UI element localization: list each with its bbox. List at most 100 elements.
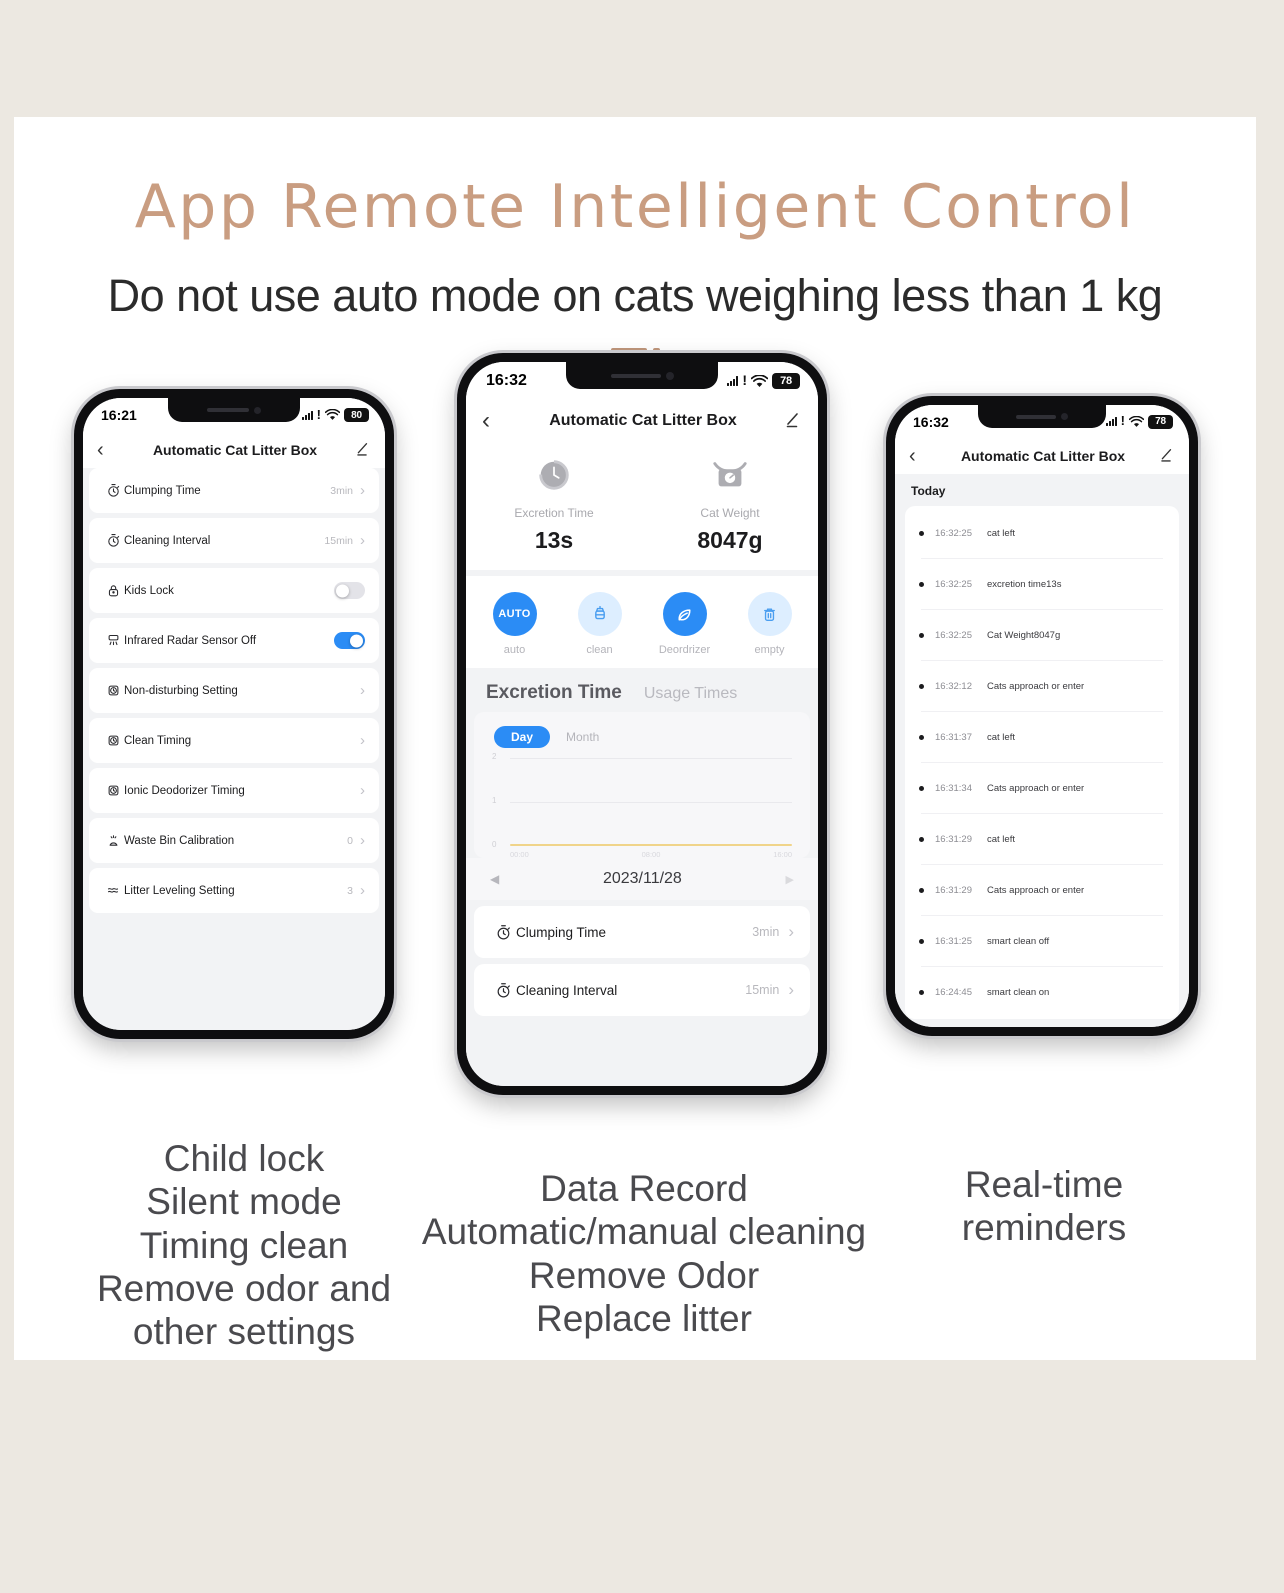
settings-row[interactable]: Ionic Deodorizer Timing › xyxy=(89,768,379,813)
settings-row[interactable]: Litter Leveling Setting 3 › xyxy=(89,868,379,913)
notch xyxy=(978,405,1106,428)
settings-row[interactable]: Clumping Time 3min › xyxy=(89,468,379,513)
bullet-icon xyxy=(919,734,924,740)
bullet-icon xyxy=(919,836,924,842)
chevron-right-icon[interactable]: › xyxy=(788,922,794,942)
chevron-right-icon[interactable]: › xyxy=(360,532,365,549)
bullet-icon xyxy=(919,887,924,893)
stats-panel: Excretion Time 13s Cat Weight 8047g xyxy=(466,442,818,570)
log-message: Cats approach or enter xyxy=(987,782,1085,794)
chevron-right-icon[interactable]: › xyxy=(360,682,365,699)
bullet-icon xyxy=(919,530,924,536)
log-row[interactable]: 16:31:25 smart clean off xyxy=(905,916,1179,966)
settings-row[interactable]: Waste Bin Calibration 0 › xyxy=(89,818,379,863)
status-time: 16:32 xyxy=(913,413,949,430)
clean-scoop-icon xyxy=(594,605,605,620)
caret-right-icon[interactable]: ▶ xyxy=(786,873,794,886)
chevron-right-icon[interactable]: › xyxy=(360,832,365,849)
log-row[interactable]: 16:24:45 smart clean on xyxy=(905,967,1179,1017)
grid-line xyxy=(510,802,792,803)
y-axis-tick: 0 xyxy=(492,840,497,849)
chevron-right-icon[interactable]: › xyxy=(360,782,365,799)
range-segment[interactable]: Day Month xyxy=(494,726,800,748)
battery-indicator: 78 xyxy=(772,373,800,389)
settings-row[interactable]: Cleaning Interval 15min › xyxy=(89,518,379,563)
chevron-right-icon[interactable]: › xyxy=(360,482,365,499)
row-icon xyxy=(102,583,124,598)
row-icon xyxy=(102,633,124,648)
center-settings-list[interactable]: Clumping Time 3min › Cleaning Interval 1… xyxy=(466,906,818,1016)
phone-center-dashboard: 16:32 ! 78 ‹ Automatic Cat Litter Box Ex… xyxy=(457,353,827,1095)
log-list[interactable]: 16:32:25 cat left 16:32:25 excretion tim… xyxy=(905,506,1179,1019)
action-auto[interactable]: AUTO auto xyxy=(472,592,557,656)
caption-line: Child lock xyxy=(163,1138,325,1179)
selected-date: 2023/11/28 xyxy=(602,870,682,887)
bullet-icon xyxy=(919,938,924,944)
tab-usage-times[interactable]: Usage Times xyxy=(644,685,737,703)
log-row[interactable]: 16:31:29 cat left xyxy=(905,814,1179,864)
caption-line: Automatic/manual cleaning xyxy=(421,1211,867,1253)
settings-row[interactable]: Clumping Time 3min › xyxy=(474,906,810,958)
log-row[interactable]: 16:32:25 excretion time13s xyxy=(905,559,1179,609)
chevron-right-icon[interactable]: › xyxy=(360,732,365,749)
log-row[interactable]: 16:32:12 Cats approach or enter xyxy=(905,661,1179,711)
row-label: Infrared Radar Sensor Off xyxy=(124,634,257,647)
stat-label: Cat Weight xyxy=(700,506,760,520)
leaf-deodorizer-icon[interactable] xyxy=(662,592,707,636)
log-row[interactable]: 16:32:25 cat left xyxy=(905,508,1179,558)
log-message: smart clean on xyxy=(987,986,1050,998)
auto-text-icon[interactable]: AUTO xyxy=(492,592,537,636)
settings-list[interactable]: Clumping Time 3min › Cleaning Interval 15m… xyxy=(83,468,385,1030)
log-row[interactable]: 16:31:37 cat left xyxy=(905,712,1179,762)
log-scroll[interactable]: Today 16:32:25 cat left 16:32:25 excreti… xyxy=(895,474,1189,1027)
pencil-icon[interactable] xyxy=(782,411,802,431)
dashboard-scroll[interactable]: Excretion Time 13s Cat Weight 8047g AUTO… xyxy=(466,442,818,1086)
chevron-left-icon[interactable]: ‹ xyxy=(909,445,929,468)
row-icon xyxy=(102,683,124,698)
action-deordrizer[interactable]: Deordrizer xyxy=(642,592,727,656)
row-label: Clumping Time xyxy=(124,484,201,497)
tab-excretion-time[interactable]: Excretion Time xyxy=(486,682,622,704)
caret-left-icon[interactable]: ◀ xyxy=(490,872,499,886)
log-row[interactable]: 16:31:34 Cats approach or enter xyxy=(905,763,1179,813)
caption-line: Remove odor and xyxy=(96,1267,392,1309)
battery-indicator: 78 xyxy=(1148,414,1173,429)
segment-day[interactable]: Day xyxy=(494,726,550,748)
toggle-on[interactable] xyxy=(334,632,365,649)
settings-row[interactable]: Kids Lock xyxy=(89,568,379,613)
log-time: 16:32:12 xyxy=(935,680,972,692)
action-clean[interactable]: clean xyxy=(557,592,642,656)
chevron-left-icon[interactable]: ‹ xyxy=(482,407,504,435)
log-row[interactable]: 16:31:29 Cats approach or enter xyxy=(905,865,1179,915)
segment-month[interactable]: Month xyxy=(566,730,599,744)
status-time: 16:32 xyxy=(486,372,527,389)
cellular-signal-icon xyxy=(1105,417,1117,426)
log-message: Cats approach or enter xyxy=(987,680,1085,692)
log-message: cat left xyxy=(987,833,1015,845)
clean-scoop-icon[interactable] xyxy=(577,592,622,636)
chart-tabs[interactable]: Excretion Time Usage Times xyxy=(466,668,818,712)
log-row[interactable]: 16:32:25 Cat Weight8047g xyxy=(905,610,1179,660)
alert-bang-icon: ! xyxy=(742,372,747,389)
chevron-right-icon[interactable]: › xyxy=(788,980,794,1000)
alarm-clock-icon xyxy=(108,685,118,696)
pencil-icon[interactable] xyxy=(353,441,371,459)
action-buttons[interactable]: AUTO auto clean Deordrizer empty xyxy=(466,576,818,668)
pencil-icon[interactable] xyxy=(1157,447,1175,465)
row-label: Non-disturbing Setting xyxy=(124,684,238,697)
log-time: 16:32:25 xyxy=(935,629,972,641)
chevron-right-icon[interactable]: › xyxy=(360,882,365,899)
chevron-left-icon[interactable]: ‹ xyxy=(97,439,117,462)
bullet-icon xyxy=(919,581,924,587)
page-subtitle: Do not use auto mode on cats weighing le… xyxy=(107,270,1163,321)
toggle-off[interactable] xyxy=(334,582,365,599)
settings-row[interactable]: Cleaning Interval 15min › xyxy=(474,964,810,1016)
date-navigator[interactable]: ◀ 2023/11/28 ▶ xyxy=(466,858,818,900)
settings-row[interactable]: Non-disturbing Setting › xyxy=(89,668,379,713)
alert-bang-icon: ! xyxy=(1120,413,1125,429)
settings-row[interactable]: Clean Timing › xyxy=(89,718,379,763)
action-empty[interactable]: empty xyxy=(727,592,812,656)
trash-empty-icon[interactable] xyxy=(747,592,792,636)
action-label: clean xyxy=(586,644,613,656)
settings-row[interactable]: Infrared Radar Sensor Off xyxy=(89,618,379,663)
